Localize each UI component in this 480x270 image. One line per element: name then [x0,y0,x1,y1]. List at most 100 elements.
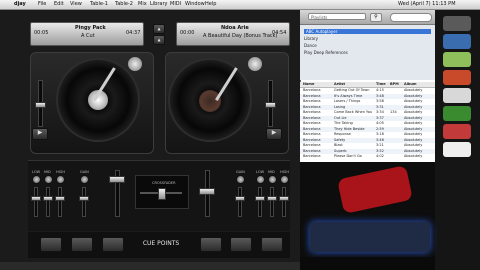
cue-right-3-button[interactable] [261,237,283,252]
table-row[interactable]: Barcelona Response 3:18 Absolutely [300,132,435,137]
sidebar-item-dance[interactable]: Dance [304,43,317,48]
cue-right-2-button[interactable] [230,237,252,252]
table-cell: Safety [334,137,346,142]
table-row[interactable]: Barcelona The Taking 4:05 Absolutely [300,121,435,126]
table-row[interactable]: Barcelona Blast 3:21 Absolutely [300,143,435,148]
gain-right-slider[interactable] [238,187,242,217]
sidebar-item-abc[interactable]: ABC Autoplayer [304,29,431,34]
menu-table-1[interactable]: Table-1 [90,0,108,9]
eq-low-right-slider[interactable] [258,187,262,217]
eq-mid-right-thumb[interactable] [267,196,277,201]
table-cell: Absolutely [404,115,423,120]
gain-right-knob[interactable] [236,175,245,184]
volume-fader-right-thumb[interactable] [199,188,215,195]
table-cell: Barcelona [303,88,321,92]
cue-left-3-button[interactable] [102,237,124,252]
gain-left-slider[interactable] [82,187,86,217]
dock-app-icon[interactable] [443,52,471,67]
eq-low-right-knob[interactable] [256,175,265,184]
table-row[interactable]: Barcelona Getting Out Of Town 4:15 Absolute… [300,88,435,93]
menu-file[interactable]: File [38,0,46,9]
eq-low-left-knob[interactable] [32,175,41,184]
col-artist[interactable]: Artist [334,82,372,87]
menu-midi[interactable]: MIDI [170,0,181,9]
eq-mid-right-knob[interactable] [268,175,277,184]
deck-right-time-remaining: 04:54 [272,30,287,36]
col-time[interactable]: Time [376,82,388,87]
sidebar-item-library[interactable]: Library [304,36,318,41]
menu-library[interactable]: Library [150,0,167,9]
menu-mix[interactable]: Mix [138,0,147,9]
table-row[interactable]: Barcelona They Hide Beside 2:59 Absolutely [300,126,435,132]
table-row[interactable]: Barcelona Come Back When You 3:34 134 Absolu… [300,110,435,115]
eq-low-left-thumb[interactable] [31,196,41,201]
itunes-search-input[interactable]: Playlists [308,13,366,20]
menu-window[interactable]: Window [185,0,205,9]
gain-right-thumb[interactable] [235,196,245,201]
col-album[interactable]: Album [404,82,434,87]
play-right-button[interactable]: ▶ [266,128,282,140]
eq-high-right-thumb[interactable] [279,196,289,201]
menubar-clock[interactable]: Wed (April 7) 11:13 PM [398,0,456,9]
itunes-filter-input[interactable] [390,13,432,22]
eq-low-left-slider[interactable] [34,187,38,217]
table-row[interactable]: Barcelona Safety 3:46 Absolutely [300,137,435,143]
dock-finder-icon[interactable] [443,16,471,31]
table-cell: 3:31 [376,104,384,109]
itunes-search-icon[interactable]: ⚲ [370,13,382,22]
eq-high-left-knob[interactable] [56,175,65,184]
eq-low-right-thumb[interactable] [255,196,265,201]
table-cell: Losers / Things [334,99,361,103]
eq-mid-left-label: MID [44,170,51,174]
dock-app-icon[interactable] [443,106,471,121]
eq-high-left-thumb[interactable] [55,196,65,201]
tonearm-base-left [128,57,142,71]
menu-edit[interactable]: Edit [54,0,64,9]
dock-app-icon[interactable] [443,34,471,49]
deck-left-header[interactable]: 00:05 Pingy Pack A Cut 04:37 [30,22,144,46]
table-cell: Absolutely [404,93,423,98]
pitch-slider-right-thumb[interactable] [265,102,276,108]
menu-table-2[interactable]: Table-2 [115,0,133,9]
dock-app-icon[interactable] [443,88,471,103]
dock-app-icon[interactable] [443,142,471,157]
eq-mid-left-thumb[interactable] [43,196,53,201]
menu-app-name[interactable]: djay [14,0,26,9]
cue-right-1-button[interactable] [200,237,222,252]
eq-mid-left-slider[interactable] [46,187,50,217]
eq-high-right-slider[interactable] [282,187,286,217]
gain-left-knob[interactable] [80,175,89,184]
table-cell: Absolutely [404,88,423,92]
col-name[interactable]: Name [303,82,331,87]
menu-view[interactable]: View [70,0,82,9]
crossfader-thumb[interactable] [158,188,166,200]
dock-app-icon[interactable] [443,124,471,139]
eject-left-button[interactable]: ▲ [153,24,165,34]
pitch-slider-left-thumb[interactable] [35,102,46,108]
table-row[interactable]: Barcelona Please Don't Go 4:02 Absolutely [300,154,435,159]
table-row[interactable]: Barcelona Out Lie 3:37 Absolutely [300,115,435,121]
eq-high-right-knob[interactable] [280,175,289,184]
play-left-button[interactable]: ▶ [32,128,48,140]
table-cell: 3:18 [376,132,384,136]
cue-left-2-button[interactable] [71,237,93,252]
deck-right-header[interactable]: 00:00 Ndoa Arie A Beautiful Day (Bonus T… [176,22,290,46]
col-bpm[interactable]: BPM [390,82,402,87]
eq-mid-right-slider[interactable] [270,187,274,217]
eq-high-left-slider[interactable] [58,187,62,217]
sidebar-item-deep[interactable]: Play Deep References [304,50,348,55]
cue-left-1-button[interactable] [40,237,62,252]
table-row[interactable]: Barcelona Superb 3:52 Absolutely [300,148,435,154]
table-cell: Barcelona [303,132,321,136]
table-row[interactable]: Barcelona Losing 3:31 Absolutely [300,104,435,110]
menu-help[interactable]: Help [205,0,216,9]
table-row[interactable]: Barcelona Losers / Things 3:58 Absolutely [300,99,435,104]
volume-fader-left-thumb[interactable] [109,176,125,183]
eq-mid-left-knob[interactable] [44,175,53,184]
dock-firefox-icon[interactable] [443,70,471,85]
table-row[interactable]: Barcelona It's Always Time 3:48 Absolutely [300,93,435,99]
gain-left-thumb[interactable] [79,196,89,201]
eject-right-button[interactable]: ▲ [153,35,165,45]
table-cell: Barcelona [303,148,321,153]
gain-right-label: GAIN [236,170,245,174]
